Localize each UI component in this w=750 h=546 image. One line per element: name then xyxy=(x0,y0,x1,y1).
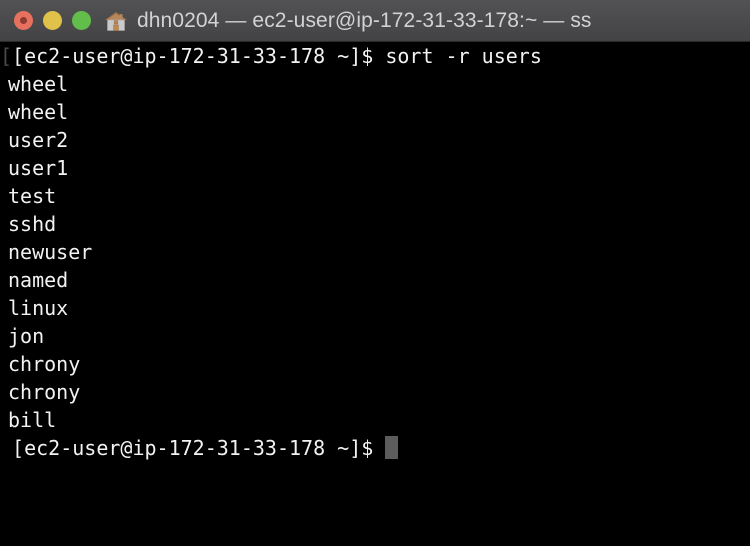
window-title: dhn0204 — ec2-user@ip-172-31-33-178:~ — … xyxy=(137,8,592,32)
typed-command: sort -r users xyxy=(385,44,542,68)
output-line: chrony xyxy=(8,352,81,376)
text-cursor xyxy=(385,436,399,459)
terminal-window: dhn0204 — ec2-user@ip-172-31-33-178:~ — … xyxy=(0,0,750,546)
command-line: [[ec2-user@ip-172-31-33-178 ~]$ sort -r … xyxy=(0,42,750,70)
title-area: dhn0204 — ec2-user@ip-172-31-33-178:~ — … xyxy=(104,9,750,33)
output-line: bill xyxy=(8,408,57,432)
terminal-screen[interactable]: [[ec2-user@ip-172-31-33-178 ~]$ sort -r … xyxy=(0,42,750,546)
final-command-line: [ec2-user@ip-172-31-33-178 ~]$ xyxy=(0,434,750,462)
minimize-button[interactable] xyxy=(43,11,62,30)
output-line: test xyxy=(8,184,57,208)
output-line: jon xyxy=(8,324,45,348)
maximize-button[interactable] xyxy=(72,11,91,30)
close-button[interactable] xyxy=(14,11,33,30)
output-line: linux xyxy=(8,296,69,320)
final-line-indent xyxy=(0,434,12,462)
output-line: named xyxy=(8,268,69,292)
shell-prompt: [ec2-user@ip-172-31-33-178 ~]$ xyxy=(12,44,386,68)
title-bar[interactable]: dhn0204 — ec2-user@ip-172-31-33-178:~ — … xyxy=(0,0,750,42)
output-line: newuser xyxy=(8,240,93,264)
window-controls xyxy=(0,11,91,30)
clipped-glyph: [ xyxy=(0,44,13,68)
output-line: user1 xyxy=(8,156,69,180)
output-line: wheel xyxy=(8,72,69,96)
output-line: chrony xyxy=(8,380,81,404)
house-icon xyxy=(104,10,128,32)
command-output: wheel wheel user2 user1 test sshd newuser named… xyxy=(0,70,750,434)
output-line: wheel xyxy=(8,100,69,124)
output-line: user2 xyxy=(8,128,69,152)
final-shell-prompt: [ec2-user@ip-172-31-33-178 ~]$ xyxy=(12,436,386,460)
output-line: sshd xyxy=(8,212,57,236)
